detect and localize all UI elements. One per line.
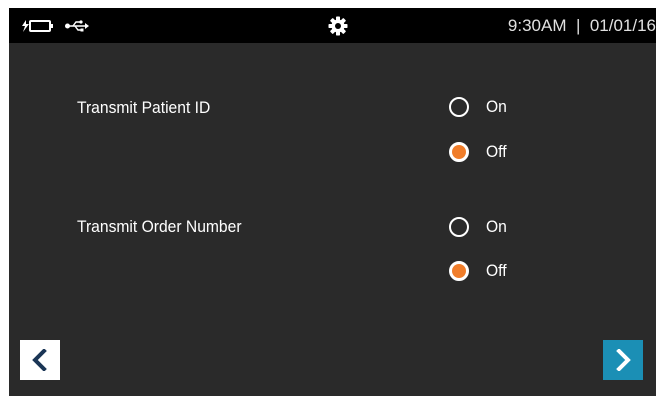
radio-order-number-on[interactable]: On <box>449 215 509 239</box>
battery-charging-icon <box>21 8 55 43</box>
next-button[interactable] <box>603 340 643 380</box>
radio-selected-icon[interactable] <box>449 142 469 162</box>
separator: | <box>575 16 581 35</box>
radio-label: Off <box>486 142 507 161</box>
datetime: 9:30AM | 01/01/16 <box>508 8 656 43</box>
radio-patient-id-on[interactable]: On <box>449 95 509 119</box>
radio-label: On <box>486 217 507 236</box>
time-text: 9:30AM <box>507 16 567 35</box>
gear-icon[interactable] <box>325 8 351 43</box>
usb-icon <box>64 8 90 43</box>
back-button[interactable] <box>20 340 60 380</box>
chevron-right-icon <box>616 349 631 371</box>
status-bar: 9:30AM | 01/01/16 <box>9 8 656 43</box>
radio-label: Off <box>486 261 507 280</box>
radio-unselected-icon[interactable] <box>449 217 469 237</box>
date-text: 01/01/16 <box>589 16 656 35</box>
device-screen: 9:30AM | 01/01/16 Transmit Patient ID On… <box>9 8 656 396</box>
radio-selected-icon[interactable] <box>449 261 469 281</box>
chevron-left-icon <box>32 349 47 371</box>
radio-unselected-icon[interactable] <box>449 97 469 117</box>
setting-label-transmit-order-number: Transmit Order Number <box>77 217 242 236</box>
setting-label-transmit-patient-id: Transmit Patient ID <box>77 98 211 117</box>
radio-order-number-off[interactable]: Off <box>449 259 508 283</box>
radio-patient-id-off[interactable]: Off <box>449 140 508 164</box>
radio-label: On <box>486 97 507 116</box>
